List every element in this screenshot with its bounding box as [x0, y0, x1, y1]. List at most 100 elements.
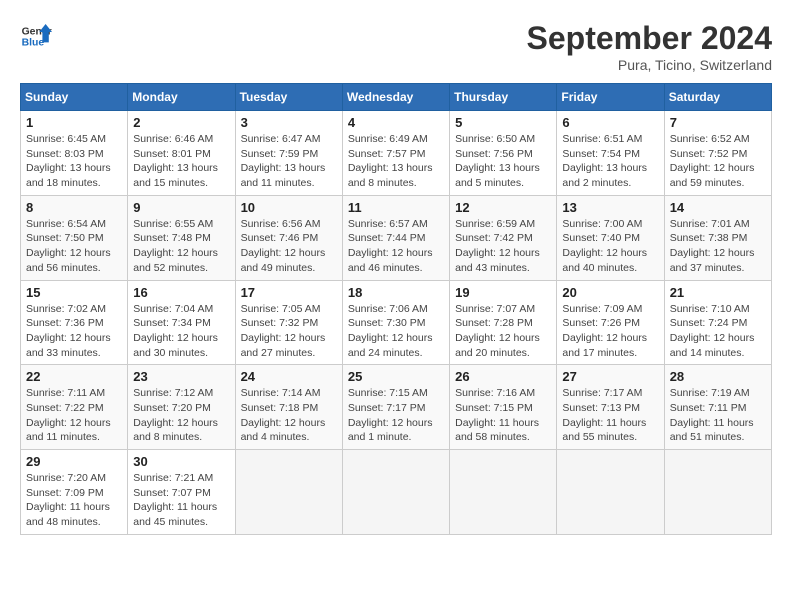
calendar-body: 1 Sunrise: 6:45 AMSunset: 8:03 PMDaylight… [21, 111, 772, 535]
calendar-cell: 1 Sunrise: 6:45 AMSunset: 8:03 PMDaylight… [21, 111, 128, 196]
day-info: Sunrise: 6:50 AMSunset: 7:56 PMDaylight:… [455, 132, 551, 191]
day-number: 13 [562, 200, 658, 215]
day-number: 18 [348, 285, 444, 300]
calendar-cell: 13Sunrise: 7:00 AMSunset: 7:40 PMDayligh… [557, 195, 664, 280]
day-number: 23 [133, 369, 229, 384]
calendar-cell: 25 Sunrise: 7:15 AMSunset: 7:17 PMDayligh… [342, 365, 449, 450]
day-number: 16 [133, 285, 229, 300]
logo-icon: General Blue [20, 20, 52, 52]
day-info: Sunrise: 6:52 AMSunset: 7:52 PMDaylight:… [670, 132, 766, 191]
page-header: General Blue September 2024 Pura, Ticino… [20, 20, 772, 73]
day-info: Sunrise: 6:59 AMSunset: 7:42 PMDaylight:… [455, 217, 551, 276]
calendar-cell: 6 Sunrise: 6:51 AMSunset: 7:54 PMDaylight… [557, 111, 664, 196]
calendar-cell: 9 Sunrise: 6:55 AMSunset: 7:48 PMDaylight… [128, 195, 235, 280]
day-info: Sunrise: 6:45 AMSunset: 8:03 PMDaylight:… [26, 132, 122, 191]
day-info: Sunrise: 7:07 AMSunset: 7:28 PMDaylight:… [455, 302, 551, 361]
calendar-week-2: 8 Sunrise: 6:54 AMSunset: 7:50 PMDaylight… [21, 195, 772, 280]
day-info: Sunrise: 7:16 AMSunset: 7:15 PMDaylight:… [455, 386, 551, 445]
calendar-cell: 21Sunrise: 7:10 AMSunset: 7:24 PMDayligh… [664, 280, 771, 365]
calendar-cell [235, 450, 342, 535]
day-number: 28 [670, 369, 766, 384]
day-number: 12 [455, 200, 551, 215]
calendar-cell: 8 Sunrise: 6:54 AMSunset: 7:50 PMDaylight… [21, 195, 128, 280]
day-number: 24 [241, 369, 337, 384]
calendar-cell: 10Sunrise: 6:56 AMSunset: 7:46 PMDayligh… [235, 195, 342, 280]
calendar-cell: 16Sunrise: 7:04 AMSunset: 7:34 PMDayligh… [128, 280, 235, 365]
title-area: September 2024 Pura, Ticino, Switzerland [527, 20, 772, 73]
day-number: 1 [26, 115, 122, 130]
svg-text:Blue: Blue [22, 38, 45, 49]
day-header-friday: Friday [557, 84, 664, 111]
day-info: Sunrise: 7:05 AMSunset: 7:32 PMDaylight:… [241, 302, 337, 361]
calendar-cell [664, 450, 771, 535]
calendar-cell [557, 450, 664, 535]
day-number: 29 [26, 454, 122, 469]
day-info: Sunrise: 7:14 AMSunset: 7:18 PMDaylight:… [241, 386, 337, 445]
calendar-cell: 20 Sunrise: 7:09 AMSunset: 7:26 PMDayligh… [557, 280, 664, 365]
calendar-cell: 26 Sunrise: 7:16 AMSunset: 7:15 PMDayligh… [450, 365, 557, 450]
day-info: Sunrise: 7:12 AMSunset: 7:20 PMDaylight:… [133, 386, 229, 445]
calendar-cell: 17 Sunrise: 7:05 AMSunset: 7:32 PMDayligh… [235, 280, 342, 365]
day-info: Sunrise: 6:51 AMSunset: 7:54 PMDaylight:… [562, 132, 658, 191]
calendar-cell [342, 450, 449, 535]
day-number: 22 [26, 369, 122, 384]
day-number: 25 [348, 369, 444, 384]
day-number: 9 [133, 200, 229, 215]
calendar-week-1: 1 Sunrise: 6:45 AMSunset: 8:03 PMDaylight… [21, 111, 772, 196]
calendar-header-row: SundayMondayTuesdayWednesdayThursdayFrid… [21, 84, 772, 111]
day-header-monday: Monday [128, 84, 235, 111]
calendar-cell: 29 Sunrise: 7:20 AMSunset: 7:09 PMDayligh… [21, 450, 128, 535]
calendar-cell: 4Sunrise: 6:49 AMSunset: 7:57 PMDaylight… [342, 111, 449, 196]
calendar-cell: 22 Sunrise: 7:11 AMSunset: 7:22 PMDayligh… [21, 365, 128, 450]
calendar-cell: 19 Sunrise: 7:07 AMSunset: 7:28 PMDayligh… [450, 280, 557, 365]
day-header-tuesday: Tuesday [235, 84, 342, 111]
calendar-cell: 12 Sunrise: 6:59 AMSunset: 7:42 PMDayligh… [450, 195, 557, 280]
day-info: Sunrise: 7:10 AMSunset: 7:24 PMDaylight:… [670, 302, 766, 361]
day-number: 14 [670, 200, 766, 215]
calendar-cell: 18 Sunrise: 7:06 AMSunset: 7:30 PMDayligh… [342, 280, 449, 365]
day-info: Sunrise: 6:46 AMSunset: 8:01 PMDaylight:… [133, 132, 229, 191]
calendar-week-5: 29 Sunrise: 7:20 AMSunset: 7:09 PMDayligh… [21, 450, 772, 535]
calendar-cell: 5 Sunrise: 6:50 AMSunset: 7:56 PMDaylight… [450, 111, 557, 196]
day-number: 19 [455, 285, 551, 300]
day-header-sunday: Sunday [21, 84, 128, 111]
day-info: Sunrise: 7:06 AMSunset: 7:30 PMDaylight:… [348, 302, 444, 361]
day-info: Sunrise: 6:54 AMSunset: 7:50 PMDaylight:… [26, 217, 122, 276]
day-header-saturday: Saturday [664, 84, 771, 111]
day-info: Sunrise: 7:20 AMSunset: 7:09 PMDaylight:… [26, 471, 122, 530]
calendar-cell: 28Sunrise: 7:19 AMSunset: 7:11 PMDayligh… [664, 365, 771, 450]
day-number: 6 [562, 115, 658, 130]
day-number: 3 [241, 115, 337, 130]
day-number: 4 [348, 115, 444, 130]
calendar-cell: 23 Sunrise: 7:12 AMSunset: 7:20 PMDayligh… [128, 365, 235, 450]
day-number: 5 [455, 115, 551, 130]
day-header-thursday: Thursday [450, 84, 557, 111]
calendar-cell: 11 Sunrise: 6:57 AMSunset: 7:44 PMDayligh… [342, 195, 449, 280]
day-number: 17 [241, 285, 337, 300]
location: Pura, Ticino, Switzerland [527, 57, 772, 73]
day-number: 2 [133, 115, 229, 130]
calendar-cell: 7Sunrise: 6:52 AMSunset: 7:52 PMDaylight… [664, 111, 771, 196]
calendar-cell: 24 Sunrise: 7:14 AMSunset: 7:18 PMDayligh… [235, 365, 342, 450]
logo: General Blue [20, 20, 52, 52]
day-info: Sunrise: 6:57 AMSunset: 7:44 PMDaylight:… [348, 217, 444, 276]
day-info: Sunrise: 7:11 AMSunset: 7:22 PMDaylight:… [26, 386, 122, 445]
month-title: September 2024 [527, 20, 772, 57]
calendar-week-3: 15Sunrise: 7:02 AMSunset: 7:36 PMDayligh… [21, 280, 772, 365]
calendar-cell: 3Sunrise: 6:47 AMSunset: 7:59 PMDaylight… [235, 111, 342, 196]
day-number: 11 [348, 200, 444, 215]
day-info: Sunrise: 7:17 AMSunset: 7:13 PMDaylight:… [562, 386, 658, 445]
calendar-week-4: 22 Sunrise: 7:11 AMSunset: 7:22 PMDayligh… [21, 365, 772, 450]
day-info: Sunrise: 6:55 AMSunset: 7:48 PMDaylight:… [133, 217, 229, 276]
calendar-cell: 2 Sunrise: 6:46 AMSunset: 8:01 PMDaylight… [128, 111, 235, 196]
day-info: Sunrise: 7:15 AMSunset: 7:17 PMDaylight:… [348, 386, 444, 445]
day-number: 27 [562, 369, 658, 384]
day-number: 10 [241, 200, 337, 215]
day-number: 20 [562, 285, 658, 300]
day-info: Sunrise: 7:21 AMSunset: 7:07 PMDaylight:… [133, 471, 229, 530]
calendar-table: SundayMondayTuesdayWednesdayThursdayFrid… [20, 83, 772, 535]
day-info: Sunrise: 7:09 AMSunset: 7:26 PMDaylight:… [562, 302, 658, 361]
day-number: 26 [455, 369, 551, 384]
calendar-cell: 27 Sunrise: 7:17 AMSunset: 7:13 PMDayligh… [557, 365, 664, 450]
day-number: 8 [26, 200, 122, 215]
